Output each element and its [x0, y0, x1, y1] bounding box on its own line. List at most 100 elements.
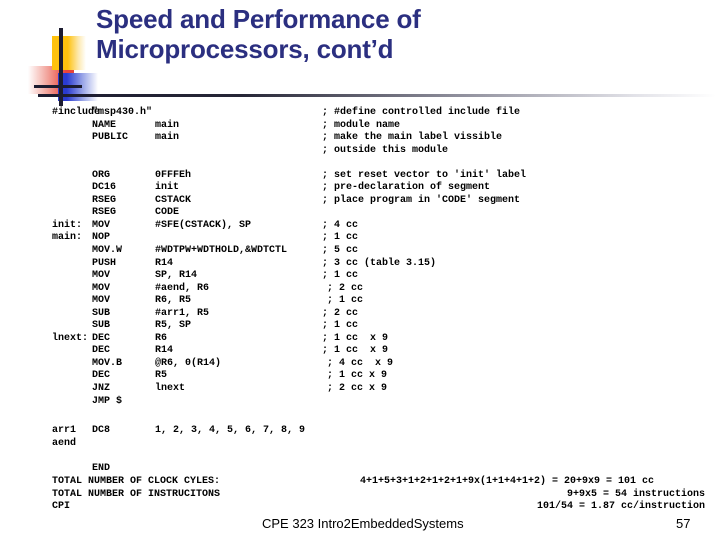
code-operand: CSTACK [155, 194, 192, 206]
code-comment: ; 1 cc [322, 232, 359, 244]
code-comment: ; 3 cc (table 3.15) [322, 257, 437, 269]
code-comment: ; 2 cc [322, 307, 359, 319]
code-comment: ; #define controlled include file [322, 107, 521, 118]
code-operand: main [155, 132, 180, 144]
code-line: lnext: DEC R6 ; 1 cc x 9 [0, 333, 720, 346]
code-mnemonic: MOV.B [92, 357, 123, 369]
code-comment: ; outside this module [322, 144, 449, 156]
totals-line: TOTAL NUMBER OF INSTRUCITONS 9+9x5 = 54 i… [0, 489, 720, 502]
code-operand: R14 [155, 345, 174, 357]
code-comment: ; place program in 'CODE' segment [322, 194, 521, 206]
code-line: MOV #aend, R6 ; 2 cc [0, 283, 720, 296]
code-comment: ; 1 cc x 9 [327, 370, 388, 382]
code-label: lnext: [52, 332, 89, 344]
code-line: ORG 0FFFEh ; set reset vector to 'init' la… [0, 170, 720, 183]
code-mnemonic: PUBLIC [92, 132, 129, 144]
code-label: init: [52, 219, 83, 231]
code-line: DEC R5 ; 1 cc x 9 [0, 370, 720, 383]
code-mnemonic: MOV [92, 282, 111, 294]
code-comment: ; 4 cc [322, 219, 359, 231]
code-line: SUB #arr1, R5 ; 2 cc [0, 308, 720, 321]
data-values: 1, 2, 3, 4, 5, 6, 7, 8, 9 [155, 425, 306, 436]
code-mnemonic: RSEG [92, 207, 117, 219]
totals-value: 9+9x5 = 54 instructions [566, 488, 705, 500]
code-comment: ; 5 cc [322, 245, 359, 257]
code-line: main: NOP ; 1 cc [0, 232, 720, 245]
code-comment: ; 1 cc [327, 295, 364, 307]
code-comment: ; 2 cc x 9 [327, 383, 388, 395]
code-operand: R5, SP [155, 320, 192, 332]
code-comment: ; 1 cc [322, 320, 359, 332]
code-mnemonic: JNZ [92, 383, 111, 395]
code-comment: ; make the main label vissible [322, 132, 503, 144]
footer-slide-number: 57 [676, 516, 691, 531]
code-line: MOV SP, R14 ; 1 cc [0, 270, 720, 283]
footer-course-label: CPE 323 Intro2EmbeddedSystems [262, 516, 464, 531]
code-operand: CODE [155, 207, 180, 219]
code-line: MOV.B @R6, 0(R14) ; 4 cc x 9 [0, 358, 720, 371]
code-line: PUBLIC main ; make the main label vissible [0, 132, 720, 145]
code-line: ; outside this module [0, 145, 720, 158]
totals-line: TOTAL NUMBER OF CLOCK CYLES: 4+1+5+3+1+2+… [0, 476, 720, 489]
code-line: PUSH R14 ; 3 cc (table 3.15) [0, 258, 720, 271]
code-line: MOV.W #WDTPW+WDTHOLD,&WDTCTL ; 5 cc [0, 245, 720, 258]
slide-canvas: Speed and Performance of Microprocessors… [0, 0, 720, 540]
code-operand: lnext [155, 383, 186, 395]
code-operand: R14 [155, 257, 174, 269]
code-mnemonic: MOV.W [92, 245, 123, 257]
code-mnemonic: MOV [92, 219, 111, 231]
totals-value: 4+1+5+3+1+2+1+2+1+9x(1+1+4+1+2) = 20+9x9… [360, 476, 655, 487]
code-mnemonic: "msp430.h" [92, 107, 153, 118]
data-label: aend [52, 437, 77, 449]
code-label: main: [52, 232, 83, 244]
code-line: MOV R6, R5 ; 1 cc [0, 295, 720, 308]
code-mnemonic: DC16 [92, 182, 117, 194]
code-line: RSEG CSTACK ; place program in 'CODE' segm… [0, 195, 720, 208]
code-mnemonic: MOV [92, 270, 111, 282]
code-comment: ; 1 cc x 9 [322, 345, 389, 357]
code-mnemonic: SUB [92, 320, 111, 332]
code-operand: #SFE(CSTACK), SP [155, 219, 252, 231]
code-mnemonic: DEC [92, 332, 111, 344]
data-label: arr1 [52, 425, 77, 436]
totals-label: TOTAL NUMBER OF CLOCK CYLES: [52, 476, 221, 487]
code-comment: ; 2 cc [327, 282, 364, 294]
data-line [0, 450, 720, 463]
code-mnemonic: JMP $ [92, 395, 123, 407]
data-line: aend [0, 438, 720, 451]
data-directive: END [92, 462, 111, 474]
code-line: JMP $ [0, 396, 720, 409]
code-mnemonic: SUB [92, 307, 111, 319]
totals-label: TOTAL NUMBER OF INSTRUCITONS [52, 488, 221, 500]
code-comment: ; 1 cc [322, 270, 359, 282]
code-comment: ; set reset vector to 'init' label [322, 169, 527, 181]
assembly-code-listing: #include "msp430.h"; #define controlled i… [0, 107, 720, 407]
data-line: END [0, 463, 720, 476]
code-mnemonic: PUSH [92, 257, 117, 269]
code-operand: init [155, 182, 180, 194]
totals-label: CPI [52, 501, 71, 513]
code-operand: SP, R14 [155, 270, 198, 282]
code-line: JNZ lnext ; 2 cc x 9 [0, 383, 720, 396]
code-operand: #arr1, R5 [155, 307, 210, 319]
totals-value: 101/54 = 1.87 cc/instruction [536, 501, 705, 513]
page-title: Speed and Performance of Microprocessors… [96, 4, 696, 64]
title-divider [38, 94, 716, 97]
code-operand: #aend, R6 [155, 282, 210, 294]
logo-horizontal-bar [34, 85, 82, 88]
code-line: SUB R5, SP ; 1 cc [0, 320, 720, 333]
page-title-line-2: Microprocessors, cont’d [96, 34, 394, 64]
code-line: init: MOV #SFE(CSTACK), SP ; 4 cc [0, 220, 720, 233]
code-comment: ; pre-declaration of segment [322, 182, 491, 194]
code-operand: main [155, 119, 180, 131]
assembly-data-block: arr1 DC8 1, 2, 3, 4, 5, 6, 7, 8, 9 aend END [0, 425, 720, 475]
code-line: RSEG CODE [0, 207, 720, 220]
code-operand: 0FFFEh [155, 169, 192, 181]
code-mnemonic: NAME [92, 119, 117, 131]
code-mnemonic: DEC [92, 345, 111, 357]
code-line: DC16 init ; pre-declaration of segment [0, 182, 720, 195]
code-mnemonic: DEC [92, 370, 111, 382]
totals-line: CPI 101/54 = 1.87 cc/instruction [0, 501, 720, 514]
code-operand: R6 [155, 332, 168, 344]
